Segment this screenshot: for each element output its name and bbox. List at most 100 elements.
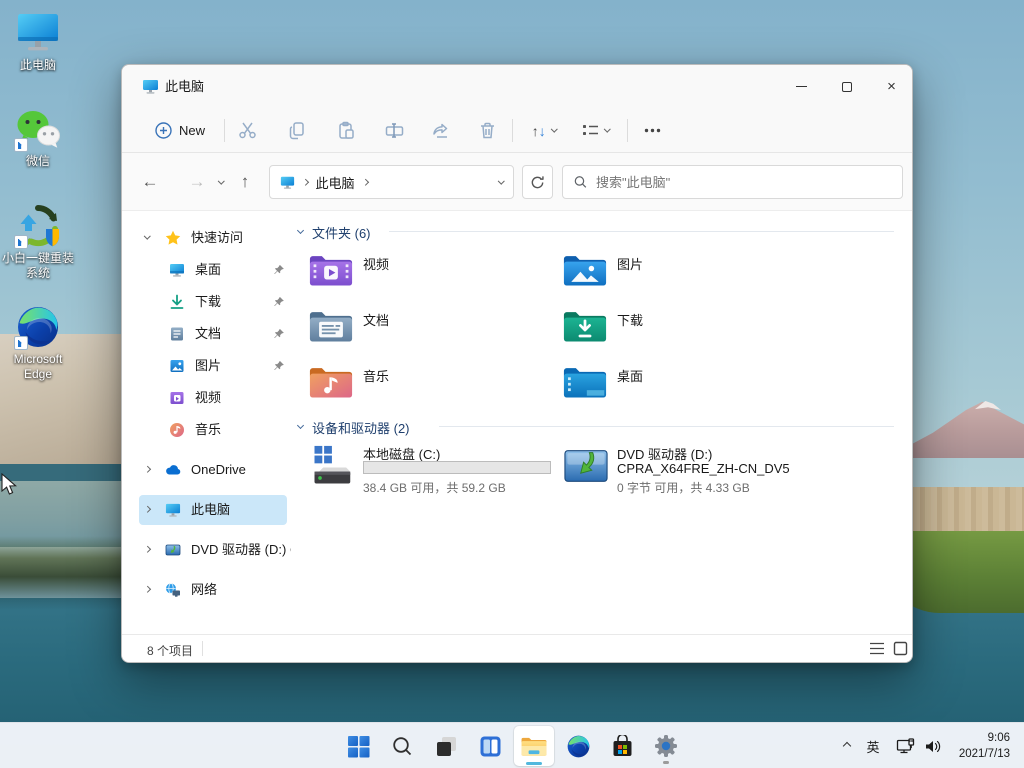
chevron-right-icon[interactable] xyxy=(144,546,150,552)
folder-tile-desktop[interactable]: 桌面 xyxy=(563,361,813,409)
refresh-button[interactable] xyxy=(522,165,553,199)
chevron-down-icon xyxy=(218,177,224,183)
history-dropdown-button[interactable] xyxy=(212,166,230,198)
view-button[interactable] xyxy=(572,115,620,146)
collapse-chevron-icon[interactable] xyxy=(297,227,304,234)
folder-tile-documents[interactable]: 文档 xyxy=(309,305,559,353)
chevron-down-icon[interactable] xyxy=(144,233,150,239)
copy-button[interactable] xyxy=(279,115,315,146)
view-icon xyxy=(582,123,599,138)
file-explorer-button[interactable] xyxy=(514,726,554,766)
drive-tile-d[interactable]: DVD 驱动器 (D:) CPRA_X64FRE_ZH-CN_DV5 0 字节 … xyxy=(563,444,813,504)
dvd-drive-icon xyxy=(165,542,181,558)
drive-tile-c[interactable]: 本地磁盘 (C:) 38.4 GB 可用，共 59.2 GB xyxy=(309,444,559,504)
search-input[interactable] xyxy=(596,175,891,190)
sort-button[interactable]: ↑↓ xyxy=(520,115,568,146)
address-dropdown-icon[interactable] xyxy=(498,177,504,183)
desktop-icon-this-pc[interactable]: 此电脑 xyxy=(0,10,76,73)
section-header-folders[interactable]: 文件夹 (6) xyxy=(291,222,912,240)
folder-tile-downloads[interactable]: 下载 xyxy=(563,305,813,353)
section-divider xyxy=(389,231,894,232)
share-icon xyxy=(432,121,451,140)
edge-button[interactable] xyxy=(558,726,598,766)
rename-button[interactable] xyxy=(376,115,412,146)
sidebar-item-downloads[interactable]: 下载 xyxy=(139,287,287,317)
cut-button[interactable] xyxy=(229,115,265,146)
task-view-button[interactable] xyxy=(426,726,466,766)
up-button[interactable]: ↑ xyxy=(229,166,261,198)
sidebar-item-music[interactable]: 音乐 xyxy=(139,415,287,445)
chevron-right-icon[interactable] xyxy=(144,466,150,472)
maximize-button[interactable] xyxy=(824,65,869,108)
tray-clock[interactable]: 9:06 2021/7/13 xyxy=(944,730,1010,762)
cut-icon xyxy=(238,121,257,140)
disk-usage-bar xyxy=(363,461,551,474)
widgets-icon xyxy=(479,735,502,758)
clock-date: 2021/7/13 xyxy=(944,746,1010,762)
shortcut-arrow-badge xyxy=(14,336,28,350)
star-icon xyxy=(165,230,181,246)
sidebar-item-desktop[interactable]: 桌面 xyxy=(139,255,287,285)
back-button[interactable]: ← xyxy=(134,166,166,198)
tray-network-button[interactable] xyxy=(891,726,919,766)
search-button[interactable] xyxy=(382,726,422,766)
paste-icon xyxy=(337,121,356,140)
rename-icon xyxy=(385,121,404,140)
dvd-volume-label: CPRA_X64FRE_ZH-CN_DV5 xyxy=(617,461,790,476)
speaker-icon xyxy=(924,738,941,755)
pin-icon xyxy=(273,264,285,276)
collapse-chevron-icon[interactable] xyxy=(297,422,304,429)
copy-icon xyxy=(288,121,307,140)
search-box[interactable] xyxy=(562,165,903,199)
sidebar-item-network[interactable]: 网络 xyxy=(139,575,287,605)
more-options-button[interactable] xyxy=(634,115,670,146)
items-view: 文件夹 (6) 视频 图片 文档 下载 xyxy=(291,211,912,634)
tray-ime-indicator[interactable]: 英 xyxy=(860,726,886,766)
delete-button[interactable] xyxy=(469,115,505,146)
section-divider xyxy=(439,426,894,427)
back-arrow-icon: ← xyxy=(142,172,159,192)
widgets-button[interactable] xyxy=(470,726,510,766)
pictures-folder-icon xyxy=(563,249,607,289)
share-button[interactable] xyxy=(423,115,459,146)
sidebar-item-onedrive[interactable]: OneDrive xyxy=(139,455,287,485)
tray-volume-button[interactable] xyxy=(919,726,945,766)
folder-tile-pictures[interactable]: 图片 xyxy=(563,249,813,297)
sidebar-item-pictures[interactable]: 图片 xyxy=(139,351,287,381)
sidebar-item-dvd-drive[interactable]: DVD 驱动器 (D:) CPRA_X64FRE_ZH-CN_DV5 xyxy=(139,535,287,565)
store-button[interactable] xyxy=(602,726,642,766)
titlebar[interactable]: 此电脑 × xyxy=(122,65,912,108)
close-button[interactable]: × xyxy=(869,65,913,108)
chevron-right-icon[interactable] xyxy=(144,506,150,512)
search-icon xyxy=(574,175,587,189)
tray-show-hidden-icons-button[interactable] xyxy=(835,726,859,766)
minimize-button[interactable] xyxy=(779,65,824,108)
details-view-button[interactable] xyxy=(869,641,886,657)
desktop-icon-xiaobai-reinstall[interactable]: 小白一键重装系统 xyxy=(0,203,76,281)
desktop-icon-wechat[interactable]: 微信 xyxy=(0,106,76,169)
breadcrumb-this-pc[interactable]: 此电脑 xyxy=(316,173,355,192)
folder-tile-videos[interactable]: 视频 xyxy=(309,249,559,297)
new-button[interactable]: New xyxy=(148,115,212,146)
pin-icon xyxy=(273,360,285,372)
file-explorer-window: 此电脑 × New ↑↓ xyxy=(121,64,913,663)
edge-icon xyxy=(566,734,591,759)
chevron-right-icon[interactable] xyxy=(144,586,150,592)
sidebar-item-videos[interactable]: 视频 xyxy=(139,383,287,413)
navigation-pane: 快速访问 桌面 下载 文档 图片 视频 音乐 xyxy=(122,211,291,634)
folder-tile-music[interactable]: 音乐 xyxy=(309,361,559,409)
forward-button[interactable]: → xyxy=(181,166,213,198)
sidebar-item-this-pc[interactable]: 此电脑 xyxy=(139,495,287,525)
sidebar-item-quick-access[interactable]: 快速访问 xyxy=(139,223,287,253)
large-icons-view-button[interactable] xyxy=(893,641,910,657)
paste-button[interactable] xyxy=(328,115,364,146)
start-button[interactable] xyxy=(338,726,378,766)
desktop-icon-edge[interactable]: Microsoft Edge xyxy=(0,304,76,382)
section-header-drives[interactable]: 设备和驱动器 (2) xyxy=(291,417,912,435)
this-pc-icon xyxy=(165,502,181,518)
settings-button[interactable] xyxy=(646,726,686,766)
address-bar[interactable]: 此电脑 xyxy=(269,165,514,199)
pin-icon xyxy=(273,328,285,340)
sidebar-item-documents[interactable]: 文档 xyxy=(139,319,287,349)
toolbar-separator xyxy=(512,119,513,142)
